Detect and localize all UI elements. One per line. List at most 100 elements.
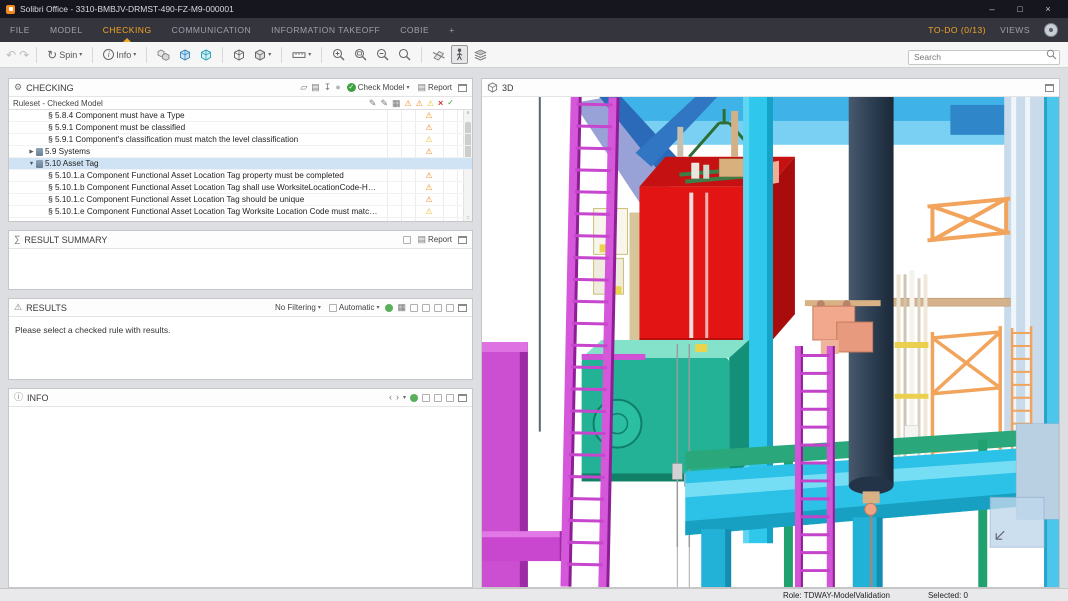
info-icon: i [103,49,114,60]
checking-icon: ⚙ [14,83,22,92]
severity-moderate2-column-icon[interactable]: ⚠ [416,99,423,108]
results-tool-icon[interactable] [446,304,454,312]
rule-row[interactable]: §5.9.1 Component must be classified⚠ [9,122,472,134]
info-tool-icon[interactable] [422,394,430,402]
rejected-column-icon[interactable]: × [438,99,443,108]
redo-icon[interactable]: ↷ [19,49,29,61]
accepted-column-icon[interactable]: ✓ [447,99,454,107]
zoom-extents-button[interactable] [395,46,414,63]
filter-dropdown[interactable]: No Filtering ▾ [273,303,323,312]
grid-icon[interactable]: ▦ [392,99,401,108]
download-icon[interactable]: ↧ [324,83,332,92]
summary-report-button[interactable]: ▤ Report [415,235,454,244]
model-structure-button[interactable] [154,47,173,63]
maximize-panel-icon[interactable] [1045,84,1054,92]
pencil-icon[interactable]: ✎ [369,99,377,108]
walk-mode-button[interactable] [451,45,468,64]
next-icon[interactable]: › [396,393,399,402]
rule-label: 5.9.1 Component must be classified [55,123,185,132]
rule-row[interactable]: §5.10.1.b Component Functional Asset Loc… [9,182,472,194]
zoom-out-button[interactable] [373,46,392,63]
maximize-panel-icon[interactable] [458,236,467,244]
check-model-button[interactable]: ✓ Check Model ▾ [345,83,412,92]
severity-moderate-column-icon[interactable]: ⚠ [405,99,412,108]
menu-checking[interactable]: CHECKING [93,18,162,42]
report-button[interactable]: ▤ Report [415,83,454,92]
collapse-icon[interactable]: ▼ [27,161,36,167]
rule-row[interactable]: §5.8.4 Component must have a Type⚠ [9,110,472,122]
info-panel-icon: ⓘ [14,393,23,402]
rule-row[interactable]: §5.10.1.a Component Functional Asset Loc… [9,170,472,182]
layers-button[interactable] [471,47,490,63]
prev-icon[interactable]: ‹ [389,393,392,402]
checking-panel-title: CHECKING [26,83,74,93]
print-icon[interactable]: ▤ [311,83,320,92]
cube-outline-icon [233,49,245,61]
chevron-down-icon[interactable]: ▾ [403,394,406,401]
undo-icon[interactable]: ↶ [6,49,16,61]
expand-icon[interactable]: ▶ [27,149,36,155]
menu-views[interactable]: VIEWS [1000,25,1030,35]
zoom-window-button[interactable] [351,46,370,63]
open-ruleset-icon[interactable]: ▱ [300,83,307,92]
results-tool-icon[interactable] [410,304,418,312]
section-plane-icon [432,49,445,61]
info-tool-icon[interactable] [446,394,454,402]
menu-cobie[interactable]: COBIE [390,18,439,42]
menu-add-tab[interactable]: + [439,18,464,42]
section-tool-button[interactable] [429,47,448,63]
summary-tool-icon[interactable] [403,236,411,244]
menu-communication[interactable]: COMMUNICATION [162,18,262,42]
results-tool-icon[interactable] [434,304,442,312]
maximize-panel-icon[interactable] [458,304,467,312]
severity-moderate-icon: ⚠ [420,171,438,180]
layers-icon [474,49,487,61]
show-accepted-icon[interactable] [385,304,393,312]
automatic-dropdown[interactable]: Automatic ▾ [327,303,382,312]
rule-label: 5.8.4 Component must have a Type [55,111,185,120]
minimize-button[interactable]: – [978,4,1006,14]
dimension-tool-button[interactable]: ▾ [289,48,314,62]
ruleset-group-row[interactable]: ▶5.9 Systems⚠ [9,146,472,158]
info-label: Info [116,50,131,60]
rule-row[interactable]: §5.10.1.c Component Functional Asset Loc… [9,194,472,206]
list-view-icon[interactable]: ▦ [397,303,406,312]
menu-information-takeoff[interactable]: INFORMATION TAKEOFF [261,18,390,42]
maximize-panel-icon[interactable] [458,84,467,92]
visibility-cube-button[interactable]: ▾ [251,47,274,63]
rule-row[interactable]: §5.10.1.e Component Functional Asset Loc… [9,206,472,218]
pencil2-icon[interactable]: ✎ [380,99,388,108]
maximize-panel-icon[interactable] [458,394,467,402]
ruleset-header-label: Ruleset - Checked Model [13,99,103,108]
3d-viewport[interactable] [482,97,1059,587]
role-status: Role: TDWAY-ModelValidation [783,591,890,600]
close-button[interactable]: × [1034,4,1062,14]
model-compass-icon[interactable] [1044,23,1058,37]
ruleset-icon [36,160,43,168]
severity-low-column-icon[interactable]: ⚠ [427,99,434,108]
info-tool-icon[interactable] [434,394,442,402]
3d-panel: 3D [481,78,1060,588]
results-tool-icon[interactable] [422,304,430,312]
hyperlink-icon[interactable] [410,394,418,402]
menu-file[interactable]: FILE [0,18,40,42]
search-input[interactable] [908,50,1060,65]
todo-counter[interactable]: TO-DO (0/13) [928,25,986,35]
summary-report-label: Report [428,235,452,244]
spin-button[interactable]: ↻ Spin ▾ [44,47,85,63]
severity-moderate-icon: ⚠ [420,147,438,156]
chevron-down-icon: ▾ [133,51,136,58]
ruleset-group-row[interactable]: ▼5.10 Asset Tag [9,158,472,170]
rule-label: 5.10.1.a Component Functional Asset Loca… [55,171,344,180]
transparency-cube-button[interactable] [230,47,248,63]
info-button[interactable]: i Info ▾ [100,47,139,62]
chevron-down-icon: ▾ [376,304,379,311]
rule-row[interactable]: §5.9.1 Component's classification must m… [9,134,472,146]
selection-basket-button[interactable] [176,47,194,63]
maximize-button[interactable]: □ [1006,4,1034,14]
zoom-in-button[interactable] [329,46,348,63]
menu-model[interactable]: MODEL [40,18,93,42]
hide-component-button[interactable] [197,47,215,63]
rule-label: 5.9.1 Component's classification must ma… [55,135,298,144]
check-model-label: Check Model [358,83,405,92]
